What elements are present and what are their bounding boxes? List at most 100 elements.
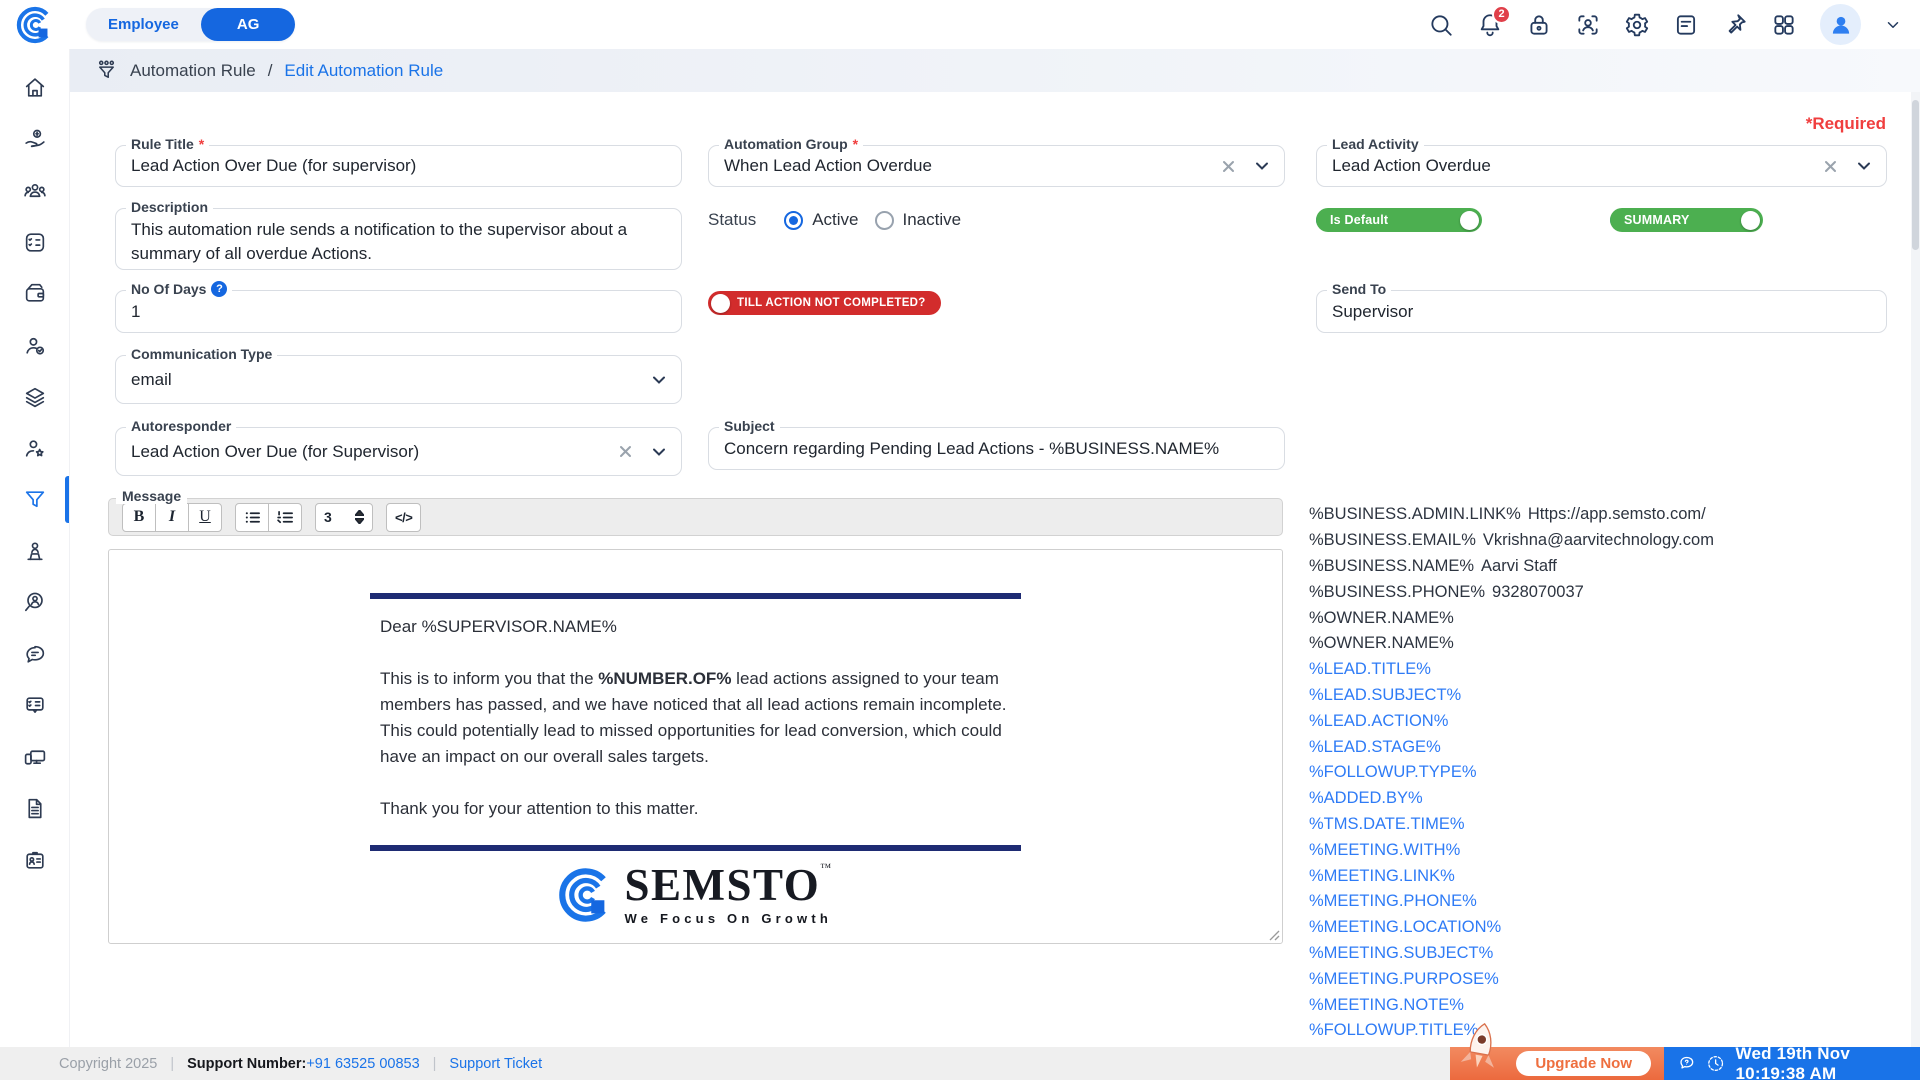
sidebar-item-user-star[interactable] bbox=[22, 436, 47, 461]
notes-icon[interactable] bbox=[1673, 12, 1699, 38]
app-logo[interactable] bbox=[0, 0, 70, 49]
variable-token-link[interactable]: %FOLLOWUP.TYPE% bbox=[1309, 760, 1909, 786]
avatar[interactable] bbox=[1820, 4, 1861, 45]
workspace-toggle[interactable]: Employee AG bbox=[86, 8, 296, 41]
sidebar-item-user-search[interactable] bbox=[22, 590, 47, 615]
copyright-text: Copyright 2025 bbox=[59, 1055, 158, 1072]
no-of-days-field[interactable]: No Of Days? 1 bbox=[115, 281, 682, 333]
resize-handle[interactable] bbox=[1267, 928, 1280, 941]
status-option-active[interactable]: Active bbox=[784, 210, 859, 230]
lock-icon[interactable] bbox=[1526, 12, 1552, 38]
variable-token-link[interactable]: %LEAD.SUBJECT% bbox=[1309, 683, 1909, 709]
clear-icon[interactable] bbox=[618, 444, 633, 459]
text-style-group: B I U bbox=[122, 502, 222, 532]
list-group bbox=[235, 502, 302, 532]
code-view-button[interactable]: </> bbox=[386, 502, 422, 532]
search-icon[interactable] bbox=[1428, 12, 1454, 38]
variable-token-link[interactable]: %MEETING.LOCATION% bbox=[1309, 915, 1909, 941]
italic-button[interactable]: I bbox=[155, 502, 189, 532]
summary-toggle[interactable]: SUMMARY bbox=[1610, 208, 1763, 232]
chevron-down-icon[interactable] bbox=[651, 444, 667, 460]
chevron-down-icon[interactable] bbox=[1856, 158, 1872, 174]
rule-title-value: Lead Action Over Due (for supervisor) bbox=[131, 156, 417, 175]
sidebar-item-wallet[interactable] bbox=[22, 281, 47, 306]
chevron-down-icon[interactable] bbox=[651, 372, 667, 388]
is-default-toggle[interactable]: Is Default bbox=[1316, 208, 1482, 232]
support-ticket-link[interactable]: Support Ticket bbox=[449, 1056, 542, 1072]
sidebar-item-user-verified[interactable] bbox=[22, 333, 47, 358]
status-option-inactive[interactable]: Inactive bbox=[874, 210, 961, 230]
sidebar-item-devices[interactable] bbox=[22, 745, 47, 770]
variable-token-link[interactable]: %LEAD.STAGE% bbox=[1309, 734, 1909, 760]
face-scan-icon[interactable] bbox=[1575, 12, 1601, 38]
subject-field[interactable]: Subject Concern regarding Pending Lead A… bbox=[708, 418, 1285, 470]
clear-icon[interactable] bbox=[1221, 159, 1236, 174]
chat-help-icon[interactable] bbox=[1677, 1052, 1696, 1075]
autoresponder-select[interactable]: Autoresponder Lead Action Over Due (for … bbox=[115, 418, 682, 476]
sidebar-item-front-desk[interactable] bbox=[22, 539, 47, 564]
variable-token-link[interactable]: %MEETING.SUBJECT% bbox=[1309, 941, 1909, 967]
footer-divider: | bbox=[170, 1055, 175, 1072]
variable-token-link[interactable]: %MEETING.LINK% bbox=[1309, 863, 1909, 889]
gear-icon[interactable] bbox=[1624, 12, 1650, 38]
numbered-list-button[interactable] bbox=[268, 502, 302, 532]
radio-active-icon[interactable] bbox=[784, 210, 804, 230]
bell-icon[interactable]: 2 bbox=[1477, 4, 1511, 38]
chevron-down-icon[interactable] bbox=[1254, 158, 1270, 174]
semsto-logo-icon bbox=[559, 867, 607, 922]
sidebar-item-id-card[interactable] bbox=[22, 848, 47, 873]
top-header: Employee AG 2 bbox=[0, 0, 1920, 49]
description-field[interactable]: Description This automation rule sends a… bbox=[115, 199, 682, 270]
message-label: Message bbox=[116, 488, 188, 504]
upgrade-now-button[interactable]: Upgrade Now bbox=[1516, 1051, 1651, 1076]
clear-icon[interactable] bbox=[1823, 159, 1838, 174]
sidebar-item-home[interactable] bbox=[22, 75, 47, 100]
sidebar-item-tasks[interactable] bbox=[22, 230, 47, 255]
font-size-stepper[interactable]: 3 bbox=[315, 502, 373, 532]
rule-title-field[interactable]: Rule Title * Lead Action Over Due (for su… bbox=[115, 136, 682, 187]
sidebar-item-earnings[interactable] bbox=[22, 127, 47, 152]
breadcrumb-section[interactable]: Automation Rule bbox=[130, 61, 256, 81]
page-scrollbar[interactable] bbox=[1911, 92, 1920, 1047]
workspace-toggle-badge[interactable]: AG bbox=[200, 8, 296, 41]
till-action-not-completed-toggle[interactable]: TILL ACTION NOT COMPLETED? bbox=[708, 291, 941, 315]
communication-type-select[interactable]: Communication Type email bbox=[115, 346, 682, 404]
profile-chevron-down-icon[interactable] bbox=[1884, 16, 1902, 34]
variable-token-link[interactable]: %MEETING.WITH% bbox=[1309, 837, 1909, 863]
pin-icon[interactable] bbox=[1722, 12, 1748, 38]
workspace-toggle-employee[interactable]: Employee bbox=[86, 16, 201, 33]
variables-panel: %BUSINESS.ADMIN.LINK% Https://app.semsto.… bbox=[1309, 502, 1909, 1047]
message-editor-area[interactable]: Dear %SUPERVISOR.NAME% This is to inform… bbox=[108, 549, 1283, 944]
underline-button[interactable]: U bbox=[188, 502, 222, 532]
help-icon[interactable]: ? bbox=[211, 281, 228, 297]
variable-token-link[interactable]: %MEETING.PHONE% bbox=[1309, 889, 1909, 915]
variable-token-link[interactable]: %MEETING.PURPOSE% bbox=[1309, 966, 1909, 992]
send-to-field[interactable]: Send To Supervisor bbox=[1316, 281, 1887, 333]
support-number-link[interactable]: +91 63525 00853 bbox=[306, 1056, 419, 1072]
stepper-arrows[interactable] bbox=[355, 510, 364, 524]
datetime-text: Wed 19th Nov 10:19:38 AM bbox=[1735, 1043, 1851, 1080]
variable-token-link[interactable]: %LEAD.TITLE% bbox=[1309, 657, 1909, 683]
sidebar-item-documents[interactable] bbox=[22, 796, 47, 821]
lead-activity-select[interactable]: Lead Activity Lead Action Overdue bbox=[1316, 136, 1887, 187]
required-note: *Required bbox=[1805, 114, 1886, 133]
variable-token-link[interactable]: %MEETING.NOTE% bbox=[1309, 992, 1909, 1018]
variable-token-link[interactable]: %TMS.DATE.TIME% bbox=[1309, 812, 1909, 838]
sidebar-item-team[interactable] bbox=[22, 178, 47, 203]
apps-grid-icon[interactable] bbox=[1771, 12, 1797, 38]
scrollbar-thumb[interactable] bbox=[1912, 100, 1919, 250]
variable-token-link[interactable]: %LEAD.ACTION% bbox=[1309, 708, 1909, 734]
sidebar-item-automation[interactable] bbox=[22, 487, 47, 512]
variable-token-link[interactable]: %FOLLOWUP.TITLE% bbox=[1309, 1018, 1909, 1044]
rocket-icon bbox=[1460, 1022, 1494, 1068]
automation-group-label: Automation Group * bbox=[719, 136, 864, 152]
automation-group-select[interactable]: Automation Group * When Lead Action Overd… bbox=[708, 136, 1285, 187]
bullet-list-button[interactable] bbox=[235, 502, 269, 532]
sidebar-item-layers[interactable] bbox=[22, 384, 47, 409]
variable-token-link[interactable]: %ADDED.BY% bbox=[1309, 786, 1909, 812]
sidebar-item-chat[interactable] bbox=[22, 642, 47, 667]
bold-button[interactable]: B bbox=[122, 502, 156, 532]
radio-inactive-icon[interactable] bbox=[874, 210, 894, 230]
communication-type-value: email bbox=[131, 369, 172, 389]
sidebar-item-feedback[interactable] bbox=[22, 693, 47, 718]
